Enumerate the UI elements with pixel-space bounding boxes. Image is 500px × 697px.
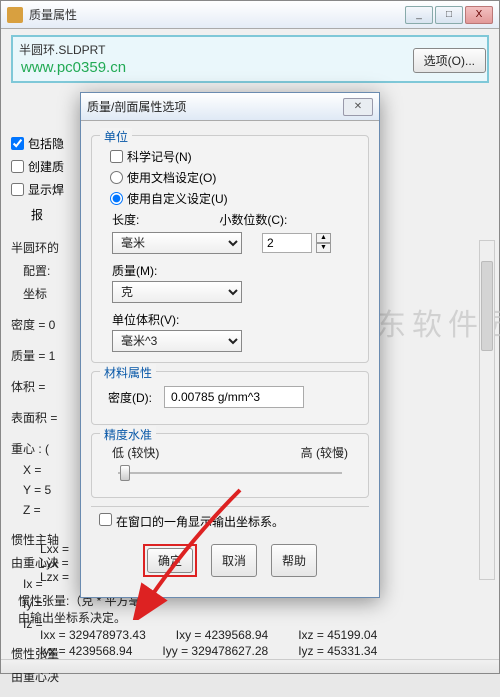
r1b: Ixy = 4239568.94: [176, 628, 268, 642]
lyx1-l: Lyx =: [40, 556, 69, 570]
ok-highlight: 确定: [143, 544, 197, 577]
close-button[interactable]: X: [465, 6, 493, 24]
mass-section-options-dialog: 质量/剖面属性选项 ✕ 单位 科学记号(N) 使用文档设定(O) 使用自定义设定…: [80, 92, 380, 598]
use-custom-radio[interactable]: [110, 192, 123, 205]
dialog-titlebar[interactable]: 质量/剖面属性选项 ✕: [81, 93, 379, 121]
r2c: Iyz = 45331.34: [298, 644, 377, 658]
config-head: 半圆环的: [11, 239, 89, 256]
vertical-scrollbar[interactable]: [479, 240, 495, 580]
lzx1-l: Lzx =: [40, 570, 69, 584]
url-watermark: www.pc0359.cn: [21, 59, 126, 76]
ok-button[interactable]: 确定: [147, 548, 193, 573]
use-custom-label: 使用自定义设定(U): [127, 190, 228, 207]
material-group-title: 材料属性: [100, 364, 156, 381]
density-label: 密度(D):: [108, 389, 152, 406]
maximize-button[interactable]: □: [435, 6, 463, 24]
r2a: Iyx = 4239568.94: [40, 644, 132, 658]
help-button[interactable]: 帮助: [271, 544, 317, 577]
r1a: Ixx = 329478973.43: [40, 628, 146, 642]
create-checkbox[interactable]: [11, 160, 24, 173]
show-coord-checkbox[interactable]: [99, 513, 112, 526]
show-weld-checkbox[interactable]: [11, 183, 24, 196]
density-input[interactable]: [164, 386, 304, 408]
options-button[interactable]: 选项(O)...: [413, 48, 486, 73]
dialog-close-button[interactable]: ✕: [343, 98, 373, 116]
show-coord-label: 在窗口的一角显示输出坐标系。: [116, 513, 336, 530]
r2b: Iyy = 329478627.28: [162, 644, 268, 658]
surface-line: 表面积 =: [11, 409, 89, 426]
tensor2-sub: 由输出坐标系决定。: [18, 609, 486, 626]
volume-line: 体积 =: [11, 378, 89, 395]
use-doc-label: 使用文档设定(O): [127, 169, 216, 186]
length-unit-select[interactable]: 毫米: [112, 232, 242, 254]
density-line: 密度 = 0: [11, 316, 89, 333]
center-line: 重心 : (: [11, 440, 89, 457]
volume-unit-label: 单位体积(V):: [112, 311, 358, 328]
include-hidden-checkbox[interactable]: [11, 137, 24, 150]
lxx1-l: Lxx =: [40, 542, 69, 556]
minimize-button[interactable]: _: [405, 6, 433, 24]
titlebar[interactable]: 质量属性 _ □ X: [1, 1, 499, 29]
length-label: 长度:: [112, 211, 139, 228]
dialog-title: 质量/剖面属性选项: [87, 98, 343, 115]
app-icon: [7, 7, 23, 23]
window-title: 质量属性: [29, 6, 405, 23]
mass-unit-select[interactable]: 克: [112, 281, 242, 303]
precision-high-label: 高 (较慢): [301, 444, 348, 461]
decimals-input[interactable]: [262, 233, 312, 253]
scroll-thumb[interactable]: [481, 261, 493, 351]
precision-low-label: 低 (较快): [112, 444, 159, 461]
cancel-button[interactable]: 取消: [211, 544, 257, 577]
r1c: Ixz = 45199.04: [298, 628, 377, 642]
material-group: 材料属性 密度(D):: [91, 371, 369, 425]
units-group-title: 单位: [100, 128, 132, 145]
file-name: 半圆环.SLDPRT: [19, 41, 481, 58]
separator: [91, 506, 369, 507]
precision-group: 精度水准 低 (较快) 高 (较慢): [91, 433, 369, 498]
decimals-label: 小数位数(C):: [219, 211, 287, 228]
precision-slider[interactable]: [112, 463, 348, 481]
scientific-notation-checkbox[interactable]: [110, 150, 123, 163]
use-doc-radio[interactable]: [110, 171, 123, 184]
status-bar: [1, 659, 499, 673]
units-group: 单位 科学记号(N) 使用文档设定(O) 使用自定义设定(U) 长度: 小数位数…: [91, 135, 369, 363]
decimals-spinner[interactable]: ▲▼: [316, 233, 331, 253]
sci-label: 科学记号(N): [127, 148, 192, 165]
mass-unit-label: 质量(M):: [112, 262, 358, 279]
volume-unit-select[interactable]: 毫米^3: [112, 330, 242, 352]
mass-line: 质量 = 1: [11, 347, 89, 364]
slider-thumb[interactable]: [120, 465, 130, 481]
precision-group-title: 精度水准: [100, 426, 156, 443]
